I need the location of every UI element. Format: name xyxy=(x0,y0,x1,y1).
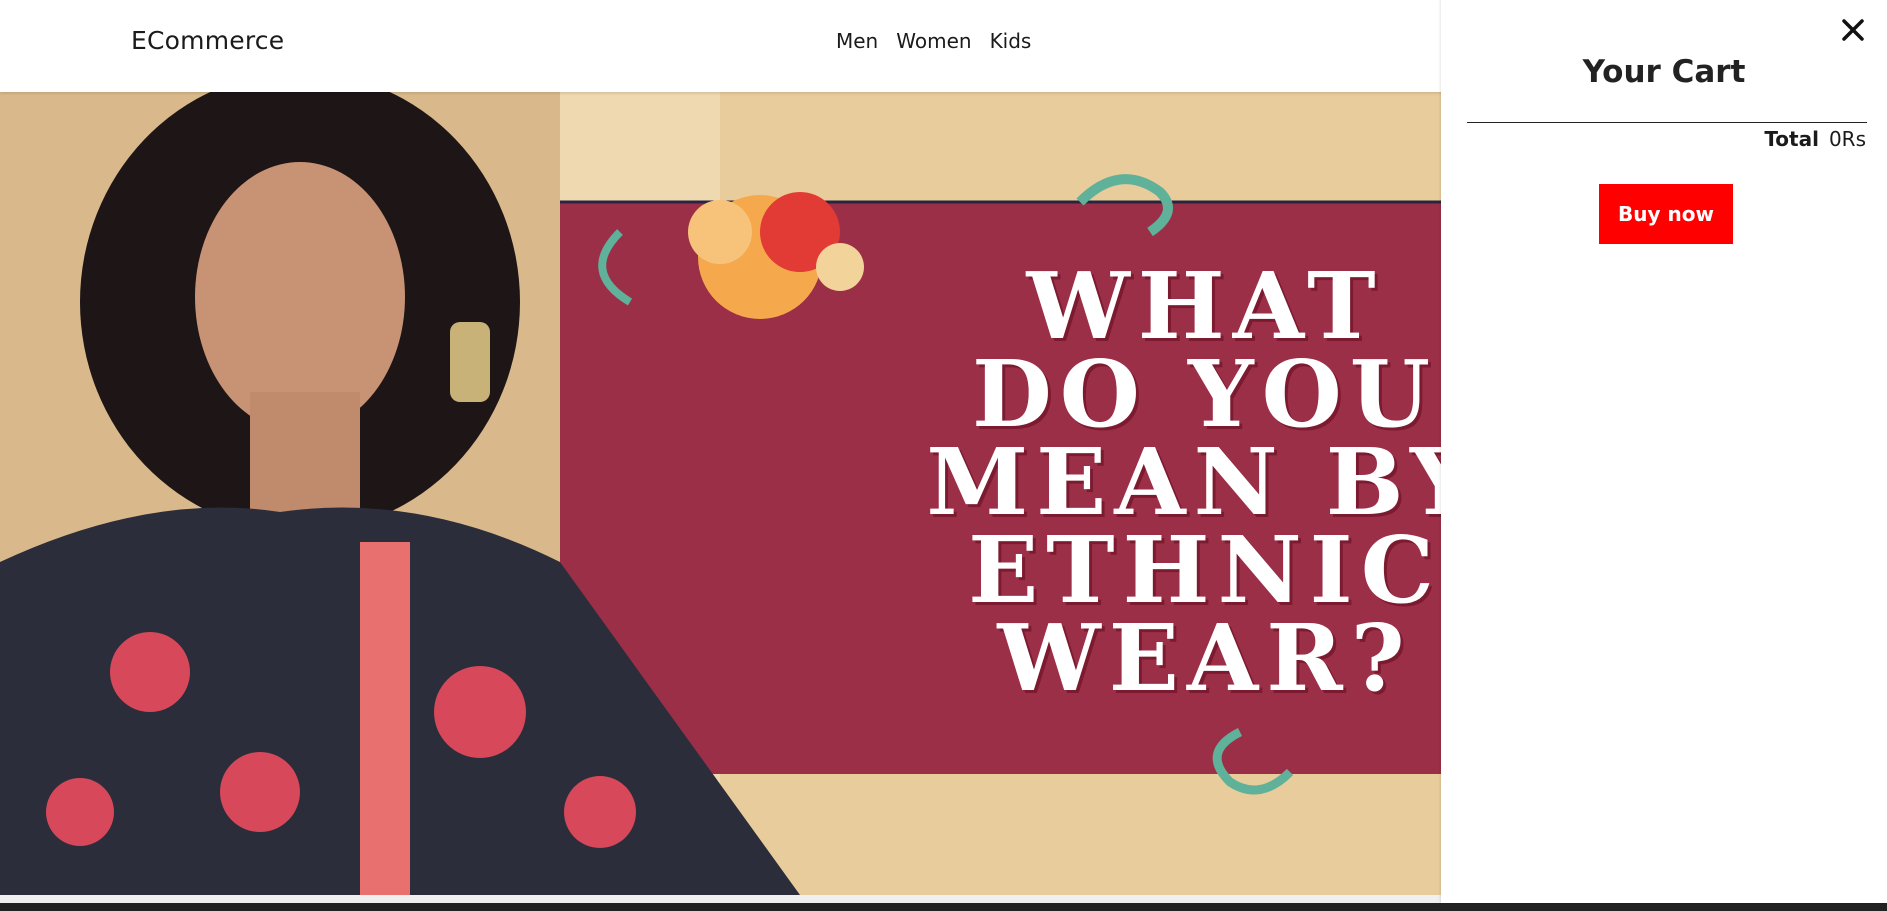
cart-panel: Your Cart Total 0Rs Buy now xyxy=(1441,0,1887,903)
total-value: 0Rs xyxy=(1828,127,1866,151)
bottom-bar xyxy=(0,903,1887,911)
total-label: Total xyxy=(1764,127,1819,151)
hero-headline: WHAT DO YOU MEAN BY ETHNIC WEAR? xyxy=(926,252,1441,712)
cart-total: Total 0Rs xyxy=(1764,127,1866,151)
hero-banner[interactable]: WHAT DO YOU MEAN BY ETHNIC WEAR? xyxy=(0,92,1441,895)
cart-title: Your Cart xyxy=(1582,54,1746,90)
nav-link-women[interactable]: Women xyxy=(896,29,971,53)
buy-now-button[interactable]: Buy now xyxy=(1599,184,1733,244)
nav-links: Men Women Kids xyxy=(836,29,1031,53)
nav-link-men[interactable]: Men xyxy=(836,29,878,53)
cart-divider xyxy=(1467,122,1867,123)
brand-logo[interactable]: ECommerce xyxy=(131,26,284,55)
close-icon[interactable] xyxy=(1839,16,1867,44)
nav-link-kids[interactable]: Kids xyxy=(990,29,1032,53)
